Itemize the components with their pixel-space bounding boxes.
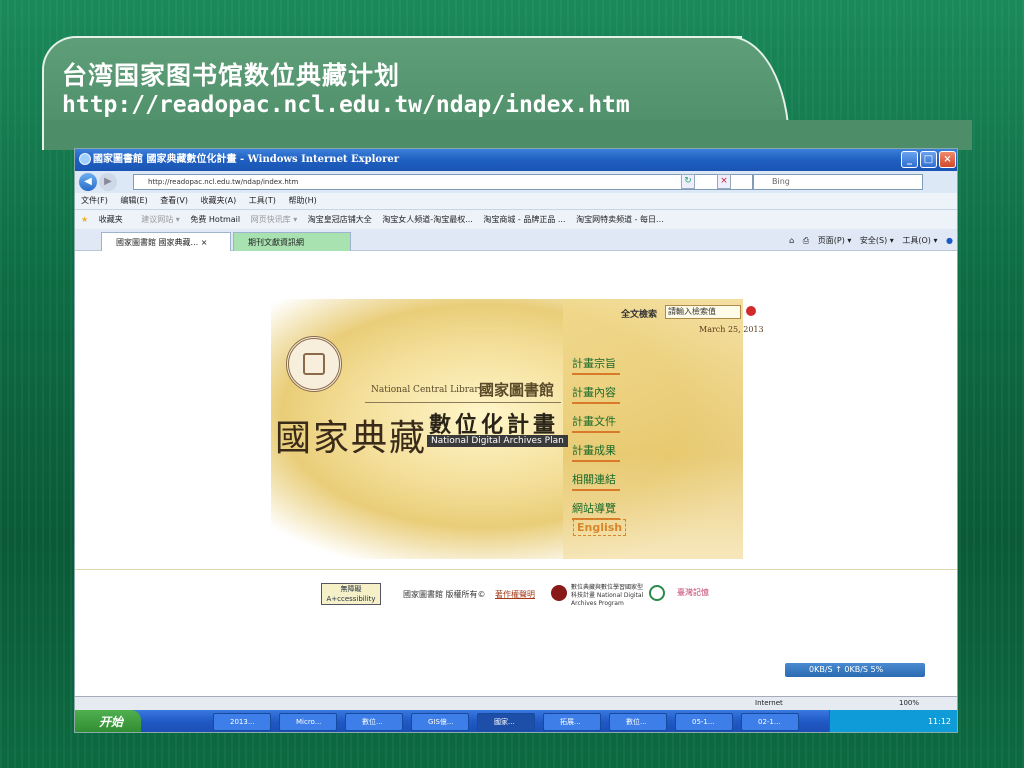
zoom-level[interactable]: 100% — [899, 697, 919, 710]
address-bar[interactable]: http://readopac.ncl.edu.tw/ndap/index.ht… — [133, 174, 753, 190]
menu-results[interactable]: 計畫成果 — [572, 442, 620, 462]
menu-edit[interactable]: 编辑(E) — [120, 196, 147, 205]
web-page: National Central Library 國家圖書館 國家典藏 數位化計… — [75, 251, 957, 696]
menu-help[interactable]: 帮助(H) — [288, 196, 316, 205]
search-go-icon[interactable] — [746, 306, 756, 316]
page-menu[interactable]: 页面(P) ▾ — [818, 236, 852, 245]
stop-icon[interactable]: × — [717, 174, 731, 189]
taskbar-item[interactable]: 國家... — [477, 713, 535, 731]
site-menu: 計畫宗旨 計畫內容 計畫文件 計畫成果 相關連結 網站導覽 — [572, 355, 620, 529]
menu-links[interactable]: 相關連結 — [572, 471, 620, 491]
taskbar-item[interactable]: GIS億... — [411, 713, 469, 731]
browser-screenshot: 國家圖書館 國家典藏數位化計畫 - Windows Internet Explo… — [74, 148, 958, 733]
ie-icon — [79, 153, 91, 165]
status-zone: Internet — [755, 699, 783, 707]
accessibility-label: 無障礙 — [340, 585, 362, 593]
back-icon[interactable]: ◀ — [79, 173, 97, 191]
forward-icon[interactable]: ▶ — [99, 173, 117, 191]
menu-purpose[interactable]: 計畫宗旨 — [572, 355, 620, 375]
start-button[interactable]: 开始 — [75, 710, 141, 732]
ncl-name-zh: 國家圖書館 — [479, 381, 555, 399]
slide-title: 台湾国家图书馆数位典藏计划 — [62, 61, 401, 90]
plan-title-en: National Digital Archives Plan — [427, 435, 568, 447]
fav-webslice[interactable]: 网页快讯库 ▾ — [251, 215, 298, 224]
taiwan-memory-logo[interactable]: 臺灣記憶 — [677, 587, 709, 598]
fav-suggested-sites[interactable]: 建议网站 ▾ — [141, 215, 180, 224]
taskbar: 开始 2013... Micro... 數位... GIS億... 國家... … — [75, 710, 957, 732]
partner-logo[interactable] — [649, 585, 665, 601]
ncl-seal-logo — [286, 336, 342, 392]
taskbar-item[interactable]: 拓展... — [543, 713, 601, 731]
clock: 11:12 — [927, 717, 951, 726]
menu-file[interactable]: 文件(F) — [81, 196, 108, 205]
fulltext-search-label: 全文檢索 — [621, 310, 658, 320]
site-date: March 25, 2013 — [699, 325, 764, 334]
accessibility-badge[interactable]: 無障礙 A+ccessibility — [321, 583, 381, 605]
bing-search-input[interactable]: Bing — [753, 174, 923, 190]
fav-link-1[interactable]: 淘宝皇冠店铺大全 — [308, 215, 372, 224]
address-row: ◀ ▶ http://readopac.ncl.edu.tw/ndap/inde… — [75, 171, 957, 193]
safety-menu[interactable]: 安全(S) ▾ — [860, 236, 894, 245]
taskbar-item[interactable]: 數位... — [609, 713, 667, 731]
minimize-icon[interactable]: _ — [901, 151, 918, 168]
window-controls: _ □ × — [901, 151, 956, 168]
menu-sitemap[interactable]: 網站導覽 — [572, 500, 620, 520]
home-icon[interactable]: ⌂ — [789, 236, 794, 245]
menu-view[interactable]: 查看(V) — [160, 196, 188, 205]
ncl-name-en: National Central Library — [371, 385, 484, 395]
taskbar-item[interactable]: Micro... — [279, 713, 337, 731]
tools-menu[interactable]: 工具(O) ▾ — [902, 236, 937, 245]
window-title: 國家圖書館 國家典藏數位化計畫 - Windows Internet Explo… — [93, 154, 399, 165]
english-link[interactable]: English — [573, 519, 627, 536]
copyright-link[interactable]: 著作權聲明 — [495, 589, 535, 600]
site-title-zh: 國家典藏 — [275, 418, 428, 459]
tab-bar: 國家圖書館 國家典藏... × 期刊文獻資訊網 ⌂ ⎙ 页面(P) ▾ 安全(S… — [75, 229, 957, 251]
copyright-text: 國家圖書館 版權所有© — [403, 590, 486, 599]
taskbar-item[interactable]: 02-1... — [741, 713, 799, 731]
print-icon[interactable]: ⎙ — [803, 236, 809, 245]
divider — [365, 402, 561, 403]
maximize-icon[interactable]: □ — [920, 151, 937, 168]
fav-link-2[interactable]: 淘宝女人频道-淘宝最权... — [382, 215, 473, 224]
taskbar-item[interactable]: 05-1... — [675, 713, 733, 731]
accessibility-sub: A+ccessibility — [326, 595, 376, 603]
refresh-icon[interactable]: ↻ — [681, 174, 695, 189]
menu-bar: 文件(F) 编辑(E) 查看(V) 收藏夹(A) 工具(T) 帮助(H) — [75, 193, 957, 209]
taskbar-item[interactable]: 2013... — [213, 713, 271, 731]
menu-content[interactable]: 計畫內容 — [572, 384, 620, 404]
fav-link-4[interactable]: 淘宝网特卖频道 - 每日... — [576, 215, 664, 224]
taskbar-item[interactable]: 數位... — [345, 713, 403, 731]
star-icon: ★ — [81, 215, 89, 224]
fav-hotmail[interactable]: 免费 Hotmail — [190, 215, 240, 224]
footer-divider — [75, 569, 957, 570]
menu-favorites[interactable]: 收藏夹(A) — [201, 196, 237, 205]
tab-journal[interactable]: 期刊文獻資訊網 — [233, 232, 351, 251]
fav-link-3[interactable]: 淘宝商城 - 品牌正品 ... — [483, 215, 565, 224]
favorites-button[interactable]: ★ 收藏夹 — [81, 215, 131, 224]
status-bar: Internet 100% — [75, 696, 957, 710]
ndap-logo[interactable] — [551, 585, 567, 601]
favorites-label: 收藏夹 — [98, 215, 123, 224]
slide-title-panel-lower — [42, 120, 972, 150]
menu-documents[interactable]: 計畫文件 — [572, 413, 620, 433]
network-meter: 0KB/S ↑ 0KB/S 5% — [785, 663, 925, 677]
command-bar: ⌂ ⎙ 页面(P) ▾ 安全(S) ▾ 工具(O) ▾ ● — [783, 232, 953, 250]
help-icon[interactable]: ● — [946, 236, 953, 245]
tab-ncl[interactable]: 國家圖書館 國家典藏... × — [101, 232, 231, 251]
ndap-text: 數位典藏與數位學習國家型科技計畫 National Digital Archiv… — [571, 584, 644, 607]
close-icon[interactable]: × — [939, 151, 956, 168]
menu-tools[interactable]: 工具(T) — [249, 196, 276, 205]
system-tray: 11:12 — [829, 710, 957, 732]
window-titlebar: 國家圖書館 國家典藏數位化計畫 - Windows Internet Explo… — [75, 149, 957, 171]
fulltext-search-input[interactable]: 請輸入檢索值 — [665, 305, 741, 319]
slide-url: http://readopac.ncl.edu.tw/ndap/index.ht… — [62, 92, 630, 118]
favorites-bar: ★ 收藏夹 建议网站 ▾ 免费 Hotmail 网页快讯库 ▾ 淘宝皇冠店铺大全… — [75, 209, 957, 229]
